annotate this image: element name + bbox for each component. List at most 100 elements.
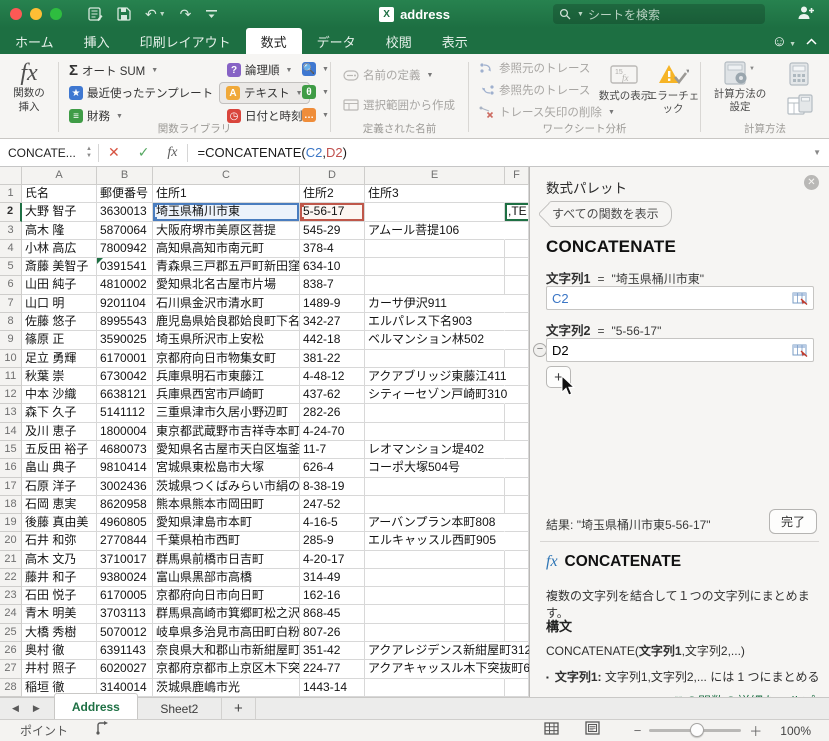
cell-E13[interactable]: [365, 404, 505, 422]
cell-C3[interactable]: 大阪府堺市美原区菩提: [153, 222, 300, 240]
error-check-button[interactable]: ▼ エラーチェック: [645, 62, 701, 116]
cell-B11[interactable]: 6730042: [97, 368, 153, 386]
cell-F11[interactable]: [505, 368, 529, 386]
cell-F24[interactable]: [505, 605, 529, 623]
cell-D8[interactable]: 342-27: [300, 313, 365, 331]
row-header-26[interactable]: 26: [0, 642, 22, 660]
remove-arrows-button[interactable]: トレース矢印の削除▼: [479, 104, 615, 120]
cell-B10[interactable]: 6170001: [97, 350, 153, 368]
cell-C11[interactable]: 兵庫県明石市東藤江: [153, 368, 300, 386]
cell-C24[interactable]: 群馬県高崎市箕郷町松之沢: [153, 605, 300, 623]
cell-F8[interactable]: [505, 313, 529, 331]
undo-dropdown-icon[interactable]: ▼: [159, 11, 166, 18]
cell-E28[interactable]: [365, 679, 505, 697]
remove-argument-button[interactable]: −: [533, 343, 547, 357]
insert-function-icon[interactable]: fx: [0, 60, 58, 87]
cell-F16[interactable]: [505, 459, 529, 477]
cell-D2[interactable]: 5-56-17: [300, 203, 365, 221]
cell-B2[interactable]: 3630013: [97, 203, 153, 221]
row-header-20[interactable]: 20: [0, 532, 22, 550]
cell-D28[interactable]: 1443-14: [300, 679, 365, 697]
cell-F23[interactable]: [505, 587, 529, 605]
cell-E23[interactable]: [365, 587, 505, 605]
cell-A12[interactable]: 中本 沙織: [22, 386, 97, 404]
row-header-3[interactable]: 3: [0, 222, 22, 240]
cell-B17[interactable]: 3002436: [97, 478, 153, 496]
cell-E15[interactable]: レオマンション堤402: [365, 441, 505, 459]
cell-B4[interactable]: 7800942: [97, 240, 153, 258]
row-header-12[interactable]: 12: [0, 386, 22, 404]
lookup-reference-button[interactable]: 🔍▼: [302, 62, 329, 76]
cell-D27[interactable]: 224-77: [300, 660, 365, 678]
cell-A25[interactable]: 大橋 秀樹: [22, 624, 97, 642]
cell-C13[interactable]: 三重県津市久居小野辺町: [153, 404, 300, 422]
cell-F20[interactable]: [505, 532, 529, 550]
column-header-E[interactable]: E: [365, 167, 505, 185]
cell-E2[interactable]: [365, 203, 505, 221]
cell-D6[interactable]: 838-7: [300, 276, 365, 294]
tab-formulas[interactable]: 数式: [246, 28, 302, 54]
cell-B1[interactable]: 郵便番号: [97, 185, 153, 203]
cell-F15[interactable]: [505, 441, 529, 459]
cell-E14[interactable]: [365, 423, 505, 441]
trace-precedents-button[interactable]: 参照元のトレース: [479, 60, 590, 76]
select-all-corner[interactable]: [0, 167, 22, 185]
zoom-slider-thumb[interactable]: [690, 723, 704, 737]
cell-E26[interactable]: アクアレジデンス新紺屋町312: [365, 642, 505, 660]
cell-D22[interactable]: 314-49: [300, 569, 365, 587]
cell-B8[interactable]: 8995543: [97, 313, 153, 331]
math-trig-button[interactable]: θ▼: [302, 85, 329, 99]
cell-A1[interactable]: 氏名: [22, 185, 97, 203]
define-name-button[interactable]: 名前の定義▼: [343, 67, 433, 83]
cell-A14[interactable]: 及川 恵子: [22, 423, 97, 441]
row-header-9[interactable]: 9: [0, 331, 22, 349]
calculate-now-button[interactable]: [787, 62, 811, 91]
cell-B23[interactable]: 6170005: [97, 587, 153, 605]
add-sheet-button[interactable]: +: [222, 698, 256, 719]
cell-E4[interactable]: [365, 240, 505, 258]
recently-used-button[interactable]: ★ 最近使ったテンプレート▼: [69, 85, 226, 101]
row-header-2[interactable]: 2: [0, 203, 22, 221]
cell-C19[interactable]: 愛知県津島市本町: [153, 514, 300, 532]
customize-toolbar-icon[interactable]: [205, 9, 218, 19]
column-header-A[interactable]: A: [22, 167, 97, 185]
cell-D3[interactable]: 545-29: [300, 222, 365, 240]
cell-B9[interactable]: 3590025: [97, 331, 153, 349]
cell-E7[interactable]: カーサ伊沢911: [365, 295, 505, 313]
show-all-functions-button[interactable]: すべての関数を表示: [548, 201, 672, 227]
cell-A20[interactable]: 石井 和弥: [22, 532, 97, 550]
row-header-24[interactable]: 24: [0, 605, 22, 623]
previous-sheet-icon[interactable]: ◀: [12, 703, 19, 714]
tab-view[interactable]: 表示: [427, 28, 483, 54]
column-header-B[interactable]: B: [97, 167, 153, 185]
cell-C4[interactable]: 高知県高知市南元町: [153, 240, 300, 258]
cell-F10[interactable]: [505, 350, 529, 368]
cell-B24[interactable]: 3703113: [97, 605, 153, 623]
cell-D25[interactable]: 807-26: [300, 624, 365, 642]
row-header-17[interactable]: 17: [0, 478, 22, 496]
cell-C8[interactable]: 鹿児島県姶良郡姶良町下名: [153, 313, 300, 331]
formula-input[interactable]: =CONCATENATE(C2,D2): [198, 145, 347, 160]
create-from-selection-button[interactable]: 選択範囲から作成: [343, 97, 455, 113]
cell-F28[interactable]: [505, 679, 529, 697]
row-header-15[interactable]: 15: [0, 441, 22, 459]
cell-D11[interactable]: 4-48-12: [300, 368, 365, 386]
cell-C1[interactable]: 住所1: [153, 185, 300, 203]
cell-A9[interactable]: 篠原 正: [22, 331, 97, 349]
cell-D19[interactable]: 4-16-5: [300, 514, 365, 532]
cell-D12[interactable]: 437-62: [300, 386, 365, 404]
tab-home[interactable]: ホーム: [0, 28, 69, 54]
cancel-formula-button[interactable]: ✕: [99, 144, 129, 161]
arg1-input[interactable]: C2: [546, 286, 814, 310]
tab-insert[interactable]: 挿入: [69, 28, 125, 54]
cell-A23[interactable]: 石田 悦子: [22, 587, 97, 605]
cell-B22[interactable]: 9380024: [97, 569, 153, 587]
cell-D7[interactable]: 1489-9: [300, 295, 365, 313]
cell-B27[interactable]: 6020027: [97, 660, 153, 678]
cell-E17[interactable]: [365, 478, 505, 496]
cell-C23[interactable]: 京都府向日市向日町: [153, 587, 300, 605]
row-header-18[interactable]: 18: [0, 496, 22, 514]
cell-D9[interactable]: 442-18: [300, 331, 365, 349]
name-box-stepper[interactable]: ▲▼: [86, 146, 92, 159]
cell-B21[interactable]: 3710017: [97, 551, 153, 569]
